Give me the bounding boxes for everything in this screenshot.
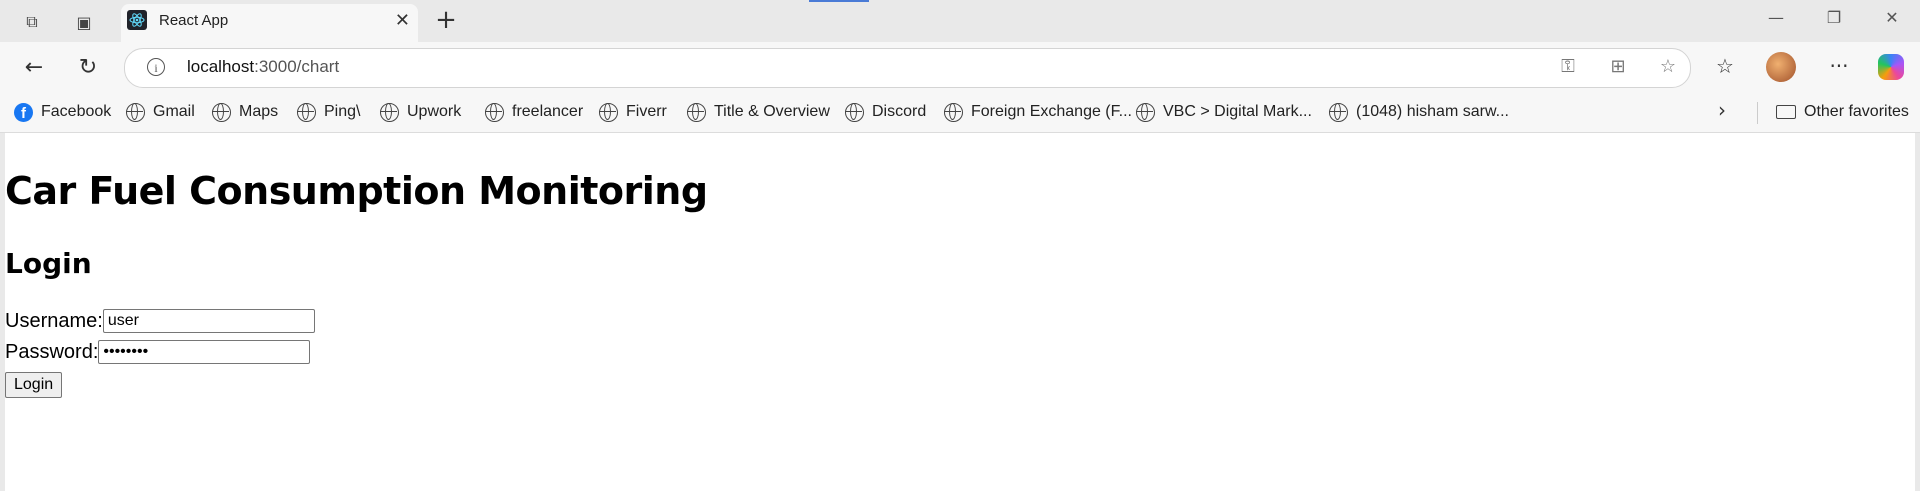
- focus-indicator: [809, 0, 869, 2]
- bookmark-fiverr[interactable]: Fiverr: [599, 100, 667, 124]
- new-tab-button[interactable]: +: [430, 6, 462, 34]
- copilot-icon[interactable]: [1878, 54, 1904, 80]
- folder-icon: [1776, 105, 1796, 119]
- globe-icon: [380, 102, 399, 122]
- bookmark-upwork[interactable]: Upwork: [380, 100, 461, 124]
- restore-icon[interactable]: ❐: [1814, 8, 1854, 27]
- apps-icon[interactable]: ⊞: [1605, 56, 1631, 77]
- username-label: Username:: [5, 309, 103, 332]
- login-button[interactable]: Login: [5, 372, 63, 398]
- react-favicon-icon: [127, 10, 147, 30]
- globe-icon: [212, 102, 231, 122]
- password-row: Password:: [5, 340, 311, 364]
- favorite-star-icon[interactable]: ☆: [1655, 56, 1681, 77]
- favorites-icon[interactable]: ☆: [1710, 54, 1740, 78]
- globe-icon: [1136, 102, 1155, 122]
- close-tab-icon[interactable]: ✕: [395, 10, 410, 31]
- key-icon[interactable]: ⚿: [1555, 56, 1581, 77]
- title-bar: ⧉ ▣ React App ✕ + — ❐ ✕: [0, 0, 1920, 42]
- globe-icon: [126, 102, 145, 122]
- globe-icon: [845, 102, 864, 122]
- password-label: Password:: [5, 340, 99, 363]
- login-heading: Login: [5, 247, 92, 280]
- chevron-right-icon[interactable]: ›: [1718, 98, 1726, 122]
- other-favorites[interactable]: Other favorites: [1776, 100, 1909, 124]
- bookmark-vbc[interactable]: VBC > Digital Mark...: [1136, 100, 1312, 124]
- back-icon[interactable]: ←: [18, 52, 50, 82]
- page-viewport: Car Fuel Consumption Monitoring Login Us…: [5, 133, 1915, 491]
- divider: [1757, 102, 1758, 124]
- url-text[interactable]: localhost:3000/chart: [187, 57, 339, 77]
- site-info-icon[interactable]: i: [147, 58, 165, 76]
- username-input[interactable]: [102, 309, 315, 333]
- bookmarks-bar: f Facebook Gmail Maps Ping\ Upwork freela…: [0, 92, 1920, 133]
- tab-react-app[interactable]: React App ✕: [121, 4, 418, 42]
- facebook-icon: f: [14, 102, 33, 122]
- globe-icon: [687, 102, 706, 122]
- bookmark-discord[interactable]: Discord: [845, 100, 926, 124]
- bookmark-maps[interactable]: Maps: [212, 100, 278, 124]
- bookmark-hisham[interactable]: (1048) hisham sarw...: [1329, 100, 1509, 124]
- username-row: Username:: [5, 309, 315, 333]
- browser-toolbar: ← ↻ i localhost:3000/chart ⚿ ⊞ ☆ ☆ ···: [0, 42, 1920, 92]
- bookmark-foreign-exchange[interactable]: Foreign Exchange (F...: [944, 100, 1132, 124]
- password-input[interactable]: [98, 340, 311, 364]
- address-bar[interactable]: i localhost:3000/chart ⚿ ⊞ ☆: [124, 48, 1691, 88]
- bookmark-gmail[interactable]: Gmail: [126, 100, 195, 124]
- globe-icon: [297, 102, 316, 122]
- more-options-icon[interactable]: ···: [1824, 54, 1854, 78]
- profile-avatar[interactable]: [1766, 52, 1796, 82]
- workspaces-icon[interactable]: ⧉: [16, 8, 48, 36]
- tab-title: React App: [159, 12, 229, 29]
- bookmark-title-overview[interactable]: Title & Overview: [687, 100, 830, 124]
- tab-actions-icon[interactable]: ▣: [68, 8, 100, 36]
- minimize-icon[interactable]: —: [1756, 8, 1796, 27]
- bookmark-facebook[interactable]: f Facebook: [14, 100, 111, 124]
- globe-icon: [1329, 102, 1348, 122]
- bookmark-ping[interactable]: Ping\: [297, 100, 360, 124]
- page-title: Car Fuel Consumption Monitoring: [5, 169, 708, 213]
- bookmark-freelancer[interactable]: freelancer: [485, 100, 583, 124]
- close-window-icon[interactable]: ✕: [1872, 8, 1912, 27]
- globe-icon: [599, 102, 618, 122]
- globe-icon: [944, 102, 963, 122]
- globe-icon: [485, 102, 504, 122]
- refresh-icon[interactable]: ↻: [72, 52, 104, 82]
